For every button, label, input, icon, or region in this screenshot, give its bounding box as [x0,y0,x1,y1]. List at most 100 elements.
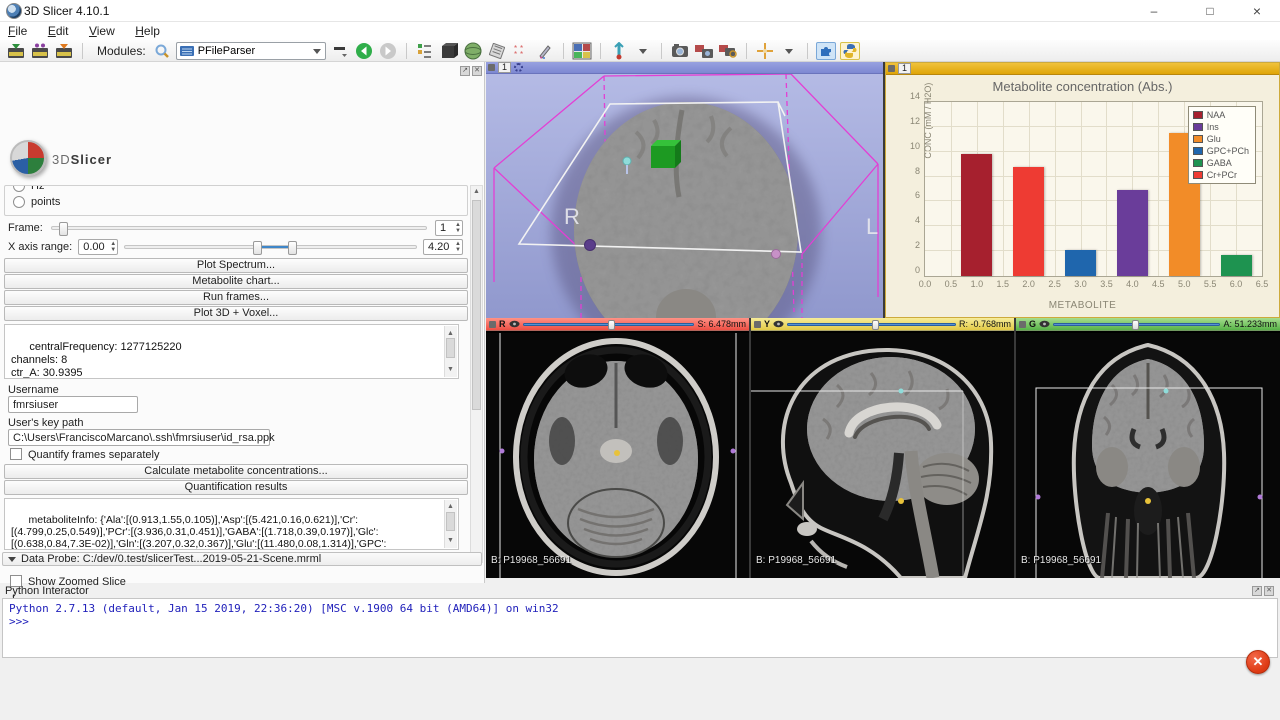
radio-icon[interactable] [13,196,25,208]
crosshair-icon[interactable] [755,42,775,60]
xaxis-max-spinbox[interactable]: 4.20▲▼ [423,239,463,255]
menu-help[interactable]: Help [127,22,168,40]
undock-console-icon[interactable]: ↗ [1252,586,1262,596]
slice-image-axial[interactable] [486,333,749,578]
menu-view[interactable]: View [81,22,123,40]
close-button[interactable]: × [1234,0,1280,22]
screenshot-icon[interactable] [670,42,690,60]
slice-bar-red[interactable]: R S: 6.478mm [486,318,749,331]
back-icon[interactable] [354,42,374,60]
scrollbar-thumb[interactable] [472,200,481,410]
pin-icon[interactable] [888,65,895,72]
fiducials-icon[interactable]: **** [511,42,531,60]
radio-points[interactable]: points [5,194,467,210]
python-console-icon[interactable] [840,42,860,60]
xaxis-range-slider[interactable] [124,245,417,249]
forward-icon[interactable] [378,42,398,60]
slice-offset-slider[interactable] [787,321,956,328]
menu-edit[interactable]: Edit [40,22,77,40]
run-frames-button[interactable]: Run frames... [4,290,468,305]
frame-slider-handle[interactable] [59,222,68,236]
textarea-scrollbar[interactable]: ▲▼ [444,326,457,377]
radio-hz[interactable]: Hz [5,185,467,194]
panel-scrollbar[interactable]: ▲ ▼ [470,185,483,563]
tables-icon[interactable] [487,42,507,60]
pin-icon[interactable] [489,321,496,328]
x-tick-label: 1.5 [997,279,1010,289]
radio-icon[interactable] [13,185,25,192]
slice-offset-slider[interactable] [523,321,695,328]
xaxis-min-spinbox[interactable]: 0.00▲▼ [78,239,118,255]
menu-file[interactable]: File [0,22,35,40]
range-handle-max[interactable] [288,241,297,255]
quantification-results-button[interactable]: Quantification results [4,480,468,495]
checkbox-icon[interactable] [10,448,22,460]
eye-icon[interactable] [773,320,784,328]
load-data-icon[interactable] [6,42,26,60]
quantify-checkbox-row[interactable]: Quantify frames separately [10,448,159,461]
calculate-concentrations-button[interactable]: Calculate metabolite concentrations... [4,464,468,479]
scene-view-restore-icon[interactable] [718,42,738,60]
close-console-icon[interactable]: ✕ [1264,586,1274,596]
pin-icon[interactable] [754,321,761,328]
markup-pen-icon[interactable] [535,42,555,60]
slice-view-red[interactable]: B: P19968_56691 [486,320,749,578]
metabolite-chart-button[interactable]: Metabolite chart... [4,274,468,289]
minimize-button[interactable]: – [1131,0,1177,22]
slice-image-coronal[interactable] [1016,333,1280,578]
textarea-scrollbar[interactable]: ▲▼ [444,500,457,548]
threed-view-bar[interactable]: 1 [486,62,883,74]
slice-volume-label: B: P19968_56691 [491,555,571,566]
gear-icon[interactable] [514,63,523,72]
slider-handle[interactable] [608,320,615,330]
eye-icon[interactable] [509,320,520,328]
header-info-textarea[interactable]: centralFrequency: 1277125220 channels: 8… [4,324,459,379]
frame-spinbox[interactable]: 1▲▼ [435,220,463,236]
mouse-mode-icon[interactable] [609,42,629,60]
plot-3d-voxel-button[interactable]: Plot 3D + Voxel... [4,306,468,321]
modules-label: Modules: [97,44,146,58]
model-sphere-icon[interactable] [463,42,483,60]
chevron-down-icon[interactable] [779,42,799,60]
range-handle-min[interactable] [253,241,262,255]
eye-icon[interactable] [1039,320,1050,328]
chevron-down-icon[interactable] [633,42,653,60]
volume-cube-icon[interactable] [439,42,459,60]
dismiss-error-button[interactable]: ✕ [1246,650,1270,674]
module-history-icon[interactable] [330,42,350,60]
python-console[interactable]: Python 2.7.13 (default, Jan 15 2019, 22:… [2,598,1278,658]
undock-panel-icon[interactable]: ↗ [460,66,470,76]
close-panel-icon[interactable]: ✕ [472,66,482,76]
pin-icon[interactable] [1019,321,1026,328]
pin-icon[interactable] [488,64,495,71]
header-info-text: centralFrequency: 1277125220 channels: 8… [11,341,182,379]
scene-view-icon[interactable] [694,42,714,60]
module-tree-icon[interactable] [415,42,435,60]
slice-image-sagittal[interactable] [751,333,1014,578]
keypath-input[interactable]: C:\Users\FranciscoMarcano\.ssh\fmrsiuser… [8,429,270,446]
maximize-button[interactable]: □ [1187,0,1233,22]
slice-offset-slider[interactable] [1053,321,1220,328]
chart-view[interactable]: 1 Metabolite concentration (Abs.) CONC (… [885,62,1280,318]
save-icon[interactable] [54,42,74,60]
username-input[interactable]: fmrsiuser [8,396,138,413]
threed-view[interactable]: S R L 1 [486,62,883,318]
slice-view-yellow[interactable]: B: P19968_56691 [751,320,1014,578]
title-bar[interactable]: 3D Slicer 4.10.1 – □ × [0,0,1280,22]
scroll-up-icon[interactable]: ▲ [473,188,481,196]
modules-combobox[interactable]: PFileParser [176,42,326,60]
data-probe-header[interactable]: Data Probe: C:/dev/0.test/slicerTest...2… [2,552,482,566]
plot-spectrum-button[interactable]: Plot Spectrum... [4,258,468,273]
slice-view-green[interactable]: B: P19968_56691 [1016,320,1280,578]
module-search-icon[interactable] [152,42,172,60]
slider-handle[interactable] [1132,320,1139,330]
frame-slider[interactable] [51,226,427,230]
chart-view-bar[interactable]: 1 [886,63,1279,75]
metabolite-info-textarea[interactable]: metaboliteInfo: {'Ala':[(0.913,1.55,0.10… [4,498,459,550]
extensions-icon[interactable] [816,42,836,60]
slice-bar-yellow[interactable]: Y R: -0.768mm [751,318,1014,331]
slice-bar-green[interactable]: G A: 51.233mm [1016,318,1280,331]
slider-handle[interactable] [872,320,879,330]
dicom-icon[interactable] [30,42,50,60]
layout-icon[interactable] [572,42,592,60]
